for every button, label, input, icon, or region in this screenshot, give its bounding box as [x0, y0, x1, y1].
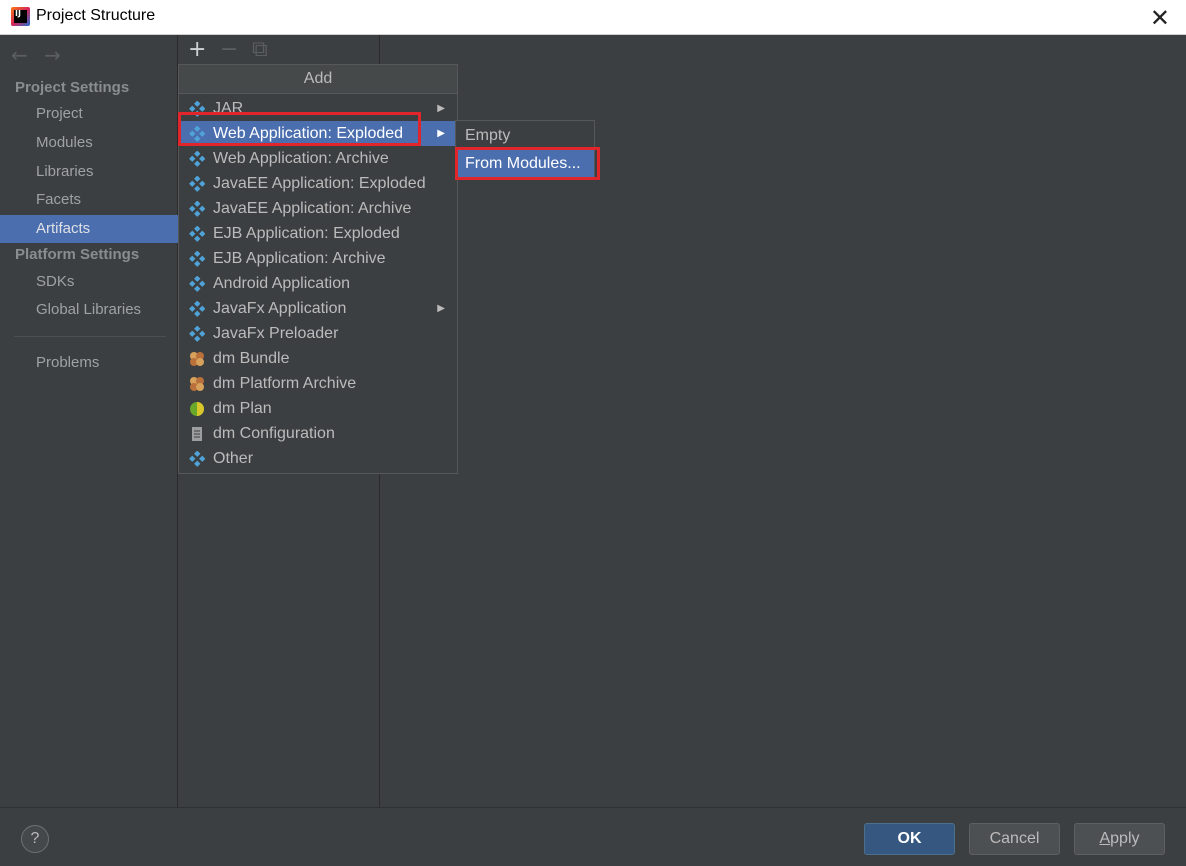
cancel-button[interactable]: Cancel [969, 823, 1060, 855]
menu-item-ejb-application-exploded[interactable]: EJB Application: Exploded [179, 221, 457, 246]
sidebar-item-artifacts[interactable]: Artifacts [0, 215, 178, 243]
web-archive-icon [189, 150, 206, 167]
menu-item-dm-plan[interactable]: dm Plan [179, 396, 457, 421]
menu-item-javafx-application[interactable]: JavaFx Application ▶ [179, 296, 457, 321]
menu-item-javaee-application-archive[interactable]: JavaEE Application: Archive [179, 196, 457, 221]
menu-item-label: dm Platform Archive [213, 375, 357, 392]
menu-item-dm-platform-archive[interactable]: dm Platform Archive [179, 371, 457, 396]
help-button[interactable]: ? [21, 825, 49, 853]
add-artifact-popup: Add JAR ▶ Web Application: Exploded ▶ Web Ap… [178, 64, 458, 474]
ejb-archive-icon [189, 250, 206, 267]
submenu-item-empty[interactable]: Empty [456, 122, 594, 150]
sidebar-item-global-libraries[interactable]: Global Libraries [0, 296, 178, 324]
ejb-artifact-icon [189, 225, 206, 242]
dm-bundle-icon [189, 350, 205, 366]
menu-item-label: JAR [213, 100, 244, 117]
javaee-artifact-icon [189, 175, 206, 192]
menu-item-javaee-application-exploded[interactable]: JavaEE Application: Exploded [179, 171, 457, 196]
window-title: Project Structure [36, 7, 156, 24]
submenu-arrow-icon: ▶ [437, 103, 445, 114]
menu-item-label: Android Application [213, 275, 350, 292]
dm-configuration-icon [189, 425, 205, 441]
web-artifact-icon [189, 125, 206, 142]
sidebar-item-libraries[interactable]: Libraries [0, 158, 178, 186]
artifact-diamond-icon [189, 100, 206, 117]
close-icon[interactable]: ✕ [1150, 4, 1170, 32]
menu-item-label: JavaEE Application: Exploded [213, 175, 426, 192]
remove-icon[interactable]: − [220, 37, 252, 62]
intellij-app-icon: IJ [11, 7, 30, 26]
apply-mnemonic: A [1099, 830, 1111, 847]
menu-item-label: EJB Application: Exploded [213, 225, 400, 242]
menu-item-label: Web Application: Exploded [213, 125, 404, 142]
menu-item-label: dm Configuration [213, 425, 335, 442]
menu-item-label: dm Plan [213, 400, 272, 417]
menu-item-dm-configuration[interactable]: dm Configuration [179, 421, 457, 446]
submenu-arrow-icon: ▶ [437, 303, 445, 314]
submenu-item-from-modules[interactable]: From Modules... [456, 150, 594, 178]
popup-title: Add [179, 65, 457, 94]
artifact-diamond-icon [189, 450, 206, 467]
sidebar-item-facets[interactable]: Facets [0, 186, 178, 214]
artifact-diamond-icon [189, 325, 206, 342]
sidebar-divider [14, 336, 166, 337]
dm-plan-icon [189, 400, 205, 416]
web-exploded-submenu: Empty From Modules... [455, 120, 595, 180]
forward-arrow-icon[interactable]: → [44, 43, 61, 67]
menu-item-javafx-preloader[interactable]: JavaFx Preloader [179, 321, 457, 346]
add-icon[interactable]: + [188, 37, 220, 62]
copy-icon[interactable]: ⧉ [252, 37, 284, 62]
project-settings-header: Project Settings [15, 79, 130, 96]
menu-item-web-application-archive[interactable]: Web Application: Archive [179, 146, 457, 171]
sidebar-item-project[interactable]: Project [0, 100, 178, 128]
apply-label-rest: pply [1110, 830, 1140, 847]
dialog-button-bar: ? OK Cancel Apply [0, 807, 1186, 866]
sidebar-item-problems[interactable]: Problems [0, 349, 178, 377]
apply-button[interactable]: Apply [1074, 823, 1165, 855]
artifact-diamond-icon [189, 275, 206, 292]
platform-settings-header: Platform Settings [15, 246, 140, 263]
menu-item-dm-bundle[interactable]: dm Bundle [179, 346, 457, 371]
menu-item-jar[interactable]: JAR ▶ [179, 96, 457, 121]
submenu-arrow-icon: ▶ [437, 128, 445, 139]
dm-platform-archive-icon [189, 375, 205, 391]
menu-item-label: JavaEE Application: Archive [213, 200, 412, 217]
menu-item-ejb-application-archive[interactable]: EJB Application: Archive [179, 246, 457, 271]
menu-item-android-application[interactable]: Android Application [179, 271, 457, 296]
menu-item-label: EJB Application: Archive [213, 250, 386, 267]
menu-item-label: Other [213, 450, 254, 467]
javaee-archive-icon [189, 200, 206, 217]
menu-item-label: Web Application: Archive [213, 150, 389, 167]
menu-item-label: JavaFx Preloader [213, 325, 339, 342]
history-navigation: ← → [11, 43, 71, 67]
artifacts-toolbar: + − ⧉ [188, 37, 284, 62]
menu-item-other[interactable]: Other [179, 446, 457, 471]
back-arrow-icon[interactable]: ← [11, 43, 28, 67]
menu-item-label: dm Bundle [213, 350, 290, 367]
sidebar-item-modules[interactable]: Modules [0, 129, 178, 157]
menu-item-label: JavaFx Application [213, 300, 347, 317]
menu-item-web-application-exploded[interactable]: Web Application: Exploded ▶ [179, 121, 457, 146]
title-bar: IJ Project Structure ✕ [0, 0, 1186, 35]
artifact-diamond-icon [189, 300, 206, 317]
settings-sidebar: ← → Project Settings Project Modules Lib… [0, 35, 178, 807]
sidebar-item-sdks[interactable]: SDKs [0, 268, 178, 296]
ok-button[interactable]: OK [864, 823, 955, 855]
